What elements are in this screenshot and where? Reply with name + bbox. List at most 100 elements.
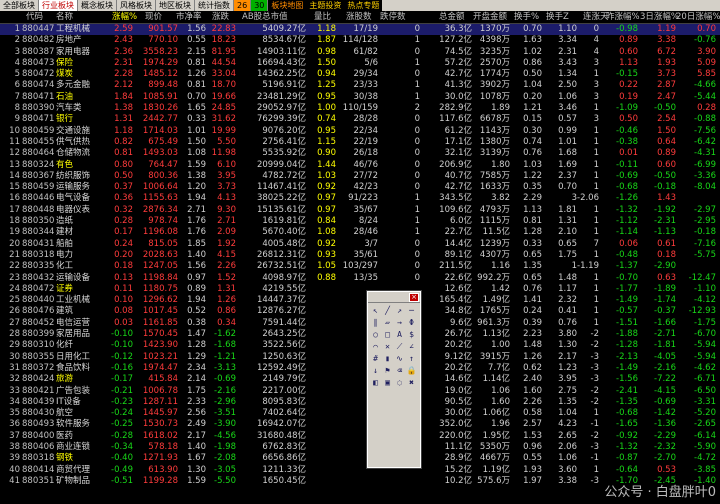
table-row[interactable]: 19 880344 建材 0.17 1196.08 1.76 2.09 5670.40亿 1.0…: [0, 227, 720, 238]
col-up-count[interactable]: 涨股数: [346, 11, 372, 23]
table-row[interactable]: 29 880310 化纤 -0.10 1423.90 1.28 -1.68 3522.56亿 2…: [0, 340, 720, 351]
table-row[interactable]: 15 880459 运输服务 0.37 1006.64 1.20 3.73 11467.41亿…: [0, 182, 720, 193]
delete-icon[interactable]: ✖: [406, 377, 417, 388]
table-row[interactable]: 11 880455 供气供热 0.82 675.49 1.50 5.50 2756.41亿 1.…: [0, 137, 720, 148]
col-code[interactable]: 代码: [26, 11, 43, 23]
table-row[interactable]: 35 880430 航空 -0.24 1445.97 2.56 -3.51 7402.64亿 3…: [0, 408, 720, 419]
table-row[interactable]: 14 880367 纺织服饰 0.50 800.36 1.38 3.95 4782.72亿 1.…: [0, 171, 720, 182]
cycle-icon[interactable]: ⌒: [370, 341, 381, 352]
table-row[interactable]: 10 880459 交通设施 1.18 1714.03 1.01 19.99 9076.20亿…: [0, 126, 720, 137]
col-pb[interactable]: 市净率: [176, 11, 202, 23]
channel-icon[interactable]: ▱: [382, 317, 393, 328]
tab-industry[interactable]: 行业板块: [39, 0, 78, 11]
table-row[interactable]: 36 880493 软件服务 -0.25 1530.73 2.49 -3.90 16942.0…: [0, 419, 720, 430]
table-row[interactable]: 37 880400 医药 -0.28 1618.02 2.17 -4.56 31680.48亿…: [0, 431, 720, 442]
table-row[interactable]: 2 880482 房地产 2.43 770.10 0.55 18.23 8534.67亿 1.8…: [0, 35, 720, 46]
col-prev-change[interactable]: 昨涨幅%: [606, 11, 640, 23]
save-icon[interactable]: ▣: [382, 377, 393, 388]
table-row[interactable]: 23 880432 运输设备 0.13 1198.84 0.97 1.52 4098.97亿 0…: [0, 273, 720, 284]
col-price[interactable]: 现价: [145, 11, 162, 23]
table-row[interactable]: 32 880424 旅游 -0.17 415.84 2.14 -0.69 2149.79亿 14…: [0, 374, 720, 385]
table-row[interactable]: 16 880446 电气设备 0.36 1155.63 1.94 4.13 38025.22亿…: [0, 193, 720, 204]
tab-region[interactable]: 地区板块: [156, 0, 195, 11]
cell-amount: 32.1亿: [444, 148, 472, 159]
col-change[interactable]: 涨跌: [212, 11, 229, 23]
wave-icon[interactable]: ∿: [394, 353, 405, 364]
close-icon[interactable]: ×: [409, 293, 419, 302]
tab-board-map[interactable]: 板块地图: [268, 0, 307, 11]
table-row[interactable]: 28 880399 家居用品 -0.10 1570.45 1.47 -1.62 2643.25…: [0, 329, 720, 340]
col-20day-change[interactable]: 20日涨幅%: [676, 11, 720, 23]
col-3day-change[interactable]: 3日涨幅%: [640, 11, 679, 23]
tab-stat-index[interactable]: 统计指数: [195, 0, 234, 11]
table-row[interactable]: 38 880406 商业连锁 -0.34 578.18 1.40 -1.98 6762.83亿…: [0, 442, 720, 453]
table-row[interactable]: 39 880318 钢铁 -0.40 1271.93 1.67 -2.08 6656.86亿 2…: [0, 453, 720, 464]
table-row[interactable]: 18 880350 造纸 0.28 978.74 1.76 2.71 1619.81亿 0.84…: [0, 216, 720, 227]
table-row[interactable]: 22 880335 化工 0.18 1247.05 1.56 2.26 26732.51亿 1.…: [0, 261, 720, 272]
arrow-icon[interactable]: →: [394, 317, 405, 328]
flag-icon[interactable]: ⚑: [382, 365, 393, 376]
table-row[interactable]: 26 880476 建筑 0.08 1017.45 0.52 0.86 12876.27亿 34…: [0, 306, 720, 317]
angle-icon[interactable]: ∠: [406, 341, 417, 352]
table-row[interactable]: 7 880471 石油 1.84 1085.91 0.70 19.66 23481.29亿 0.…: [0, 92, 720, 103]
tab-concept[interactable]: 概念板块: [78, 0, 117, 11]
gann-icon[interactable]: ✕: [382, 341, 393, 352]
table-row[interactable]: 3 880387 家用电器 2.36 3558.23 2.15 81.95 14903.11亿…: [0, 47, 720, 58]
col-market-cap[interactable]: AB股总市值: [242, 11, 288, 23]
parallel-icon[interactable]: ∥: [370, 317, 381, 328]
col-turnover[interactable]: 换手%: [514, 11, 539, 23]
col-limit-down[interactable]: 跌停数: [380, 11, 406, 23]
drawing-toolbar[interactable]: × ↖ ╱ ↗ ─ ∥ ▱ → Φ ○ □ A $ ⌒ ✕ ⟋ ∠ # ▮ ∿ ↑ ↓ ⚑ ⌫ 🔒 ◧ ▣ ◌ ✖: [366, 290, 422, 469]
lock-icon[interactable]: 🔒: [406, 365, 417, 376]
tab-style[interactable]: 风格板块: [117, 0, 156, 11]
table-row[interactable]: 8 880390 汽车类 1.38 1830.26 1.65 24.85 29052.97亿 1…: [0, 103, 720, 114]
table-row[interactable]: 25 880440 工业机械 0.10 1296.62 1.94 1.26 14447.37亿…: [0, 295, 720, 306]
drawing-toolbar-titlebar[interactable]: ×: [368, 292, 420, 303]
hide-icon[interactable]: ◌: [394, 377, 405, 388]
table-row[interactable]: 20 880431 船舶 0.24 815.05 1.85 1.92 4005.48亿 0.92…: [0, 239, 720, 250]
table-row[interactable]: 33 880421 广告包装 -0.21 1006.78 1.75 -2.16 2217.00…: [0, 386, 720, 397]
tab-all-boards[interactable]: 全部板块: [0, 0, 39, 11]
text-icon[interactable]: A: [394, 329, 405, 340]
table-row[interactable]: 30 880355 日用化工 -0.12 1023.21 1.29 -1.21 1250.63…: [0, 352, 720, 363]
fib-icon[interactable]: Φ: [406, 317, 417, 328]
cell-turnover-z: 1.69: [558, 159, 577, 170]
table-row[interactable]: 34 880439 IT设备 -0.23 1287.11 2.33 -2.96 8095.83…: [0, 397, 720, 408]
line-icon[interactable]: ╱: [382, 305, 393, 316]
table-row[interactable]: 17 880448 电器仪表 0.32 2876.34 2.71 9.30 15135.61亿…: [0, 205, 720, 216]
col-rise-days[interactable]: 连涨天: [583, 11, 609, 23]
eraser-icon[interactable]: ⌫: [394, 365, 405, 376]
table-row[interactable]: 6 880474 多元金融 2.12 899.48 0.81 18.70 5196.91亿 1.…: [0, 80, 720, 91]
col-volume-ratio[interactable]: 量比: [314, 11, 331, 23]
col-amount[interactable]: 总金额: [439, 11, 465, 23]
table-row[interactable]: 4 880473 保险 2.31 1974.29 0.81 44.54 16694.43亿 1.…: [0, 58, 720, 69]
cursor-icon[interactable]: ↖: [370, 305, 381, 316]
table-row[interactable]: 13 880324 有色 0.80 764.47 1.59 6.10 20999.04亿 1.4…: [0, 160, 720, 171]
table-row[interactable]: 31 880372 食品饮料 -0.16 1974.47 2.34 -3.13 12592.4…: [0, 363, 720, 374]
tab-hot-topic[interactable]: 热点专题: [344, 0, 383, 11]
grid-icon[interactable]: #: [370, 353, 381, 364]
circle-icon[interactable]: ○: [370, 329, 381, 340]
rect-icon[interactable]: □: [382, 329, 393, 340]
bar-icon[interactable]: ▮: [382, 353, 393, 364]
speed-icon[interactable]: ⟋: [394, 341, 405, 352]
col-turnover-z[interactable]: 换手Z: [546, 11, 569, 23]
col-change-pct[interactable]: 涨幅%: [112, 11, 137, 23]
table-row[interactable]: 12 880464 仓储物流 0.81 1493.03 1.08 11.98 5535.92亿…: [0, 148, 720, 159]
color-icon[interactable]: ◧: [370, 377, 381, 388]
table-row[interactable]: 9 880471 银行 1.31 2442.77 0.33 31.62 76299.39亿 0.…: [0, 114, 720, 125]
table-row[interactable]: 1 880447 工程机械 2.59 901.57 1.56 22.83 5409.27亿 1.…: [0, 24, 720, 36]
tab-theme-investment[interactable]: 主题投资: [306, 0, 345, 11]
col-open-amount[interactable]: 开盘金额: [473, 11, 507, 23]
table-row[interactable]: 24 880472 证券 0.11 1180.75 0.89 1.31 4219.55亿 12.…: [0, 284, 720, 295]
table-row[interactable]: 5 880472 煤炭 2.28 1485.12 1.26 33.04 14362.25亿 0.…: [0, 69, 720, 80]
up-arrow-icon[interactable]: ↑: [406, 353, 417, 364]
col-name[interactable]: 名称: [56, 11, 73, 23]
ray-icon[interactable]: ↗: [394, 305, 405, 316]
table-row[interactable]: 21 880318 电力 0.20 2028.63 1.40 4.15 26812.31亿 0.…: [0, 250, 720, 261]
segment-icon[interactable]: ─: [406, 305, 417, 316]
price-icon[interactable]: $: [406, 329, 417, 340]
table-row[interactable]: 40 880414 商贸代理 -0.49 613.90 1.30 -3.05 1211.33亿…: [0, 465, 720, 476]
down-arrow-icon[interactable]: ↓: [370, 365, 381, 376]
table-row[interactable]: 27 880452 电信运营 0.03 1161.85 0.38 0.34 7591.44亿 9…: [0, 318, 720, 329]
